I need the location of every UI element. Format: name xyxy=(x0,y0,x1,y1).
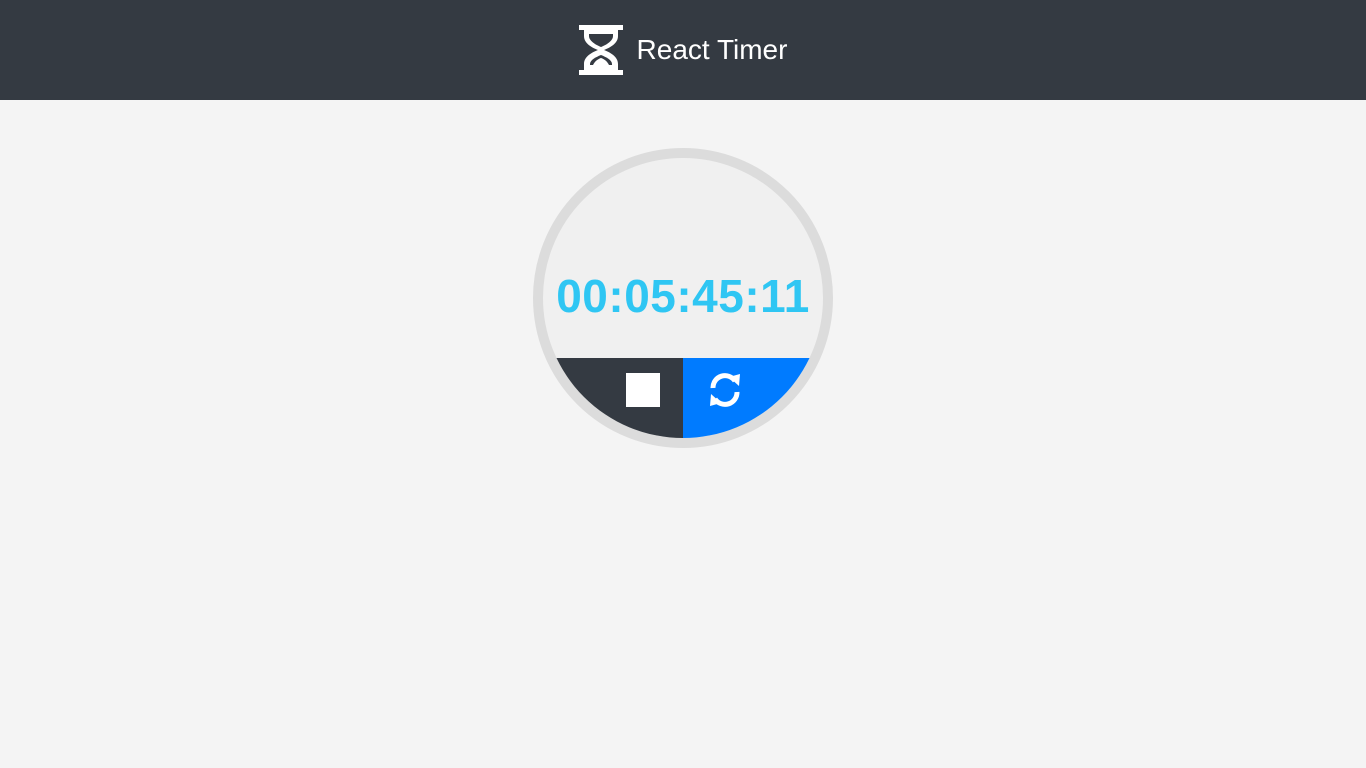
timer-circle: 00:05:45:11 xyxy=(533,148,833,448)
app-header: React Timer xyxy=(0,0,1366,100)
main-content: 00:05:45:11 xyxy=(0,100,1366,768)
brand: React Timer xyxy=(578,25,788,75)
time-display: 00:05:45:11 xyxy=(556,270,810,322)
timer-controls xyxy=(543,358,823,438)
hourglass-icon xyxy=(578,25,623,75)
stop-button[interactable] xyxy=(543,358,683,438)
reset-button[interactable] xyxy=(683,358,823,438)
app-title: React Timer xyxy=(636,34,788,65)
reset-icon xyxy=(710,373,740,407)
stop-icon xyxy=(626,373,660,407)
